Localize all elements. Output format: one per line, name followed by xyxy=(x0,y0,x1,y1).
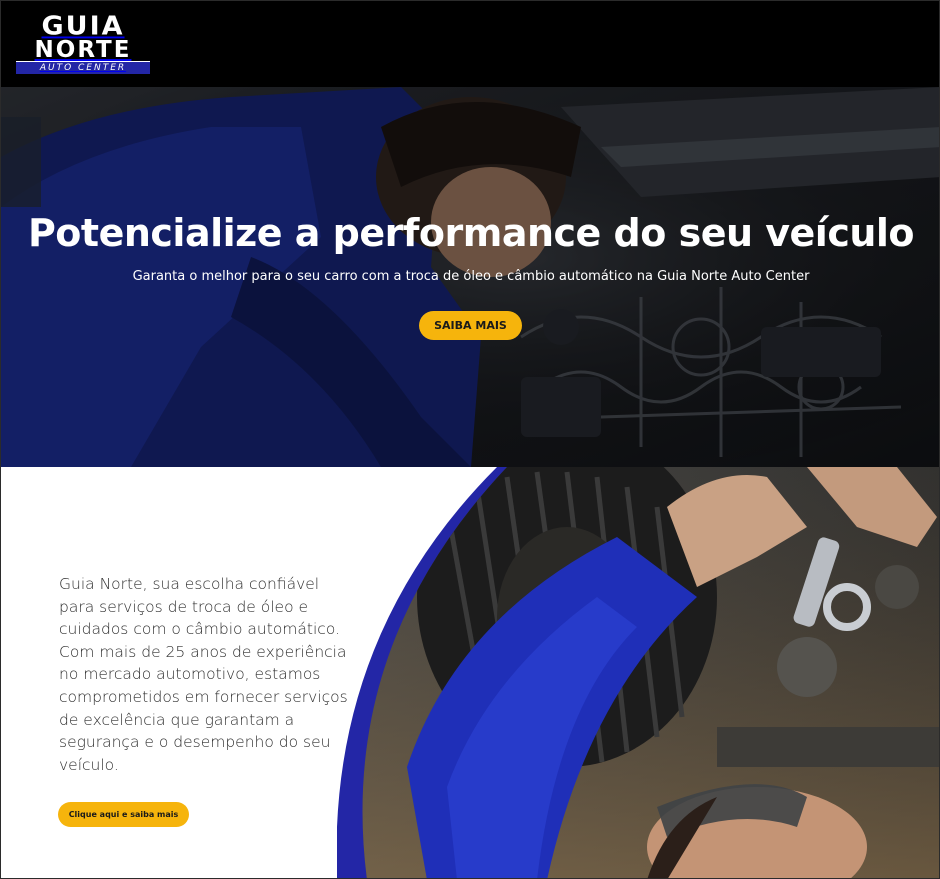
hero-subtitle: Garanta o melhor para o seu carro com a … xyxy=(132,269,810,284)
logo-wordmark-bottom: NORTE xyxy=(34,37,132,63)
saiba-mais-button[interactable]: SAIBA MAIS xyxy=(419,311,522,340)
logo-wordmark-top: GUIA xyxy=(41,11,125,42)
clique-saiba-mais-button[interactable]: Clique aqui e saiba mais xyxy=(58,802,189,827)
about-section: Guia Norte, sua escolha confiável para s… xyxy=(1,467,939,878)
site-header: GUIA NORTE AUTO CENTER xyxy=(1,1,939,87)
brand-logo[interactable]: GUIA NORTE AUTO CENTER xyxy=(15,11,153,74)
about-paragraph: Guia Norte, sua escolha confiável para s… xyxy=(59,575,348,774)
hero-title: Potencialize a performance do seu veícul… xyxy=(27,211,915,255)
hero-banner: Potencialize a performance do seu veícul… xyxy=(1,87,939,467)
page-frame: GUIA NORTE AUTO CENTER Potencialize a pe… xyxy=(0,0,940,879)
mechanic-under-car-photo xyxy=(337,467,939,878)
